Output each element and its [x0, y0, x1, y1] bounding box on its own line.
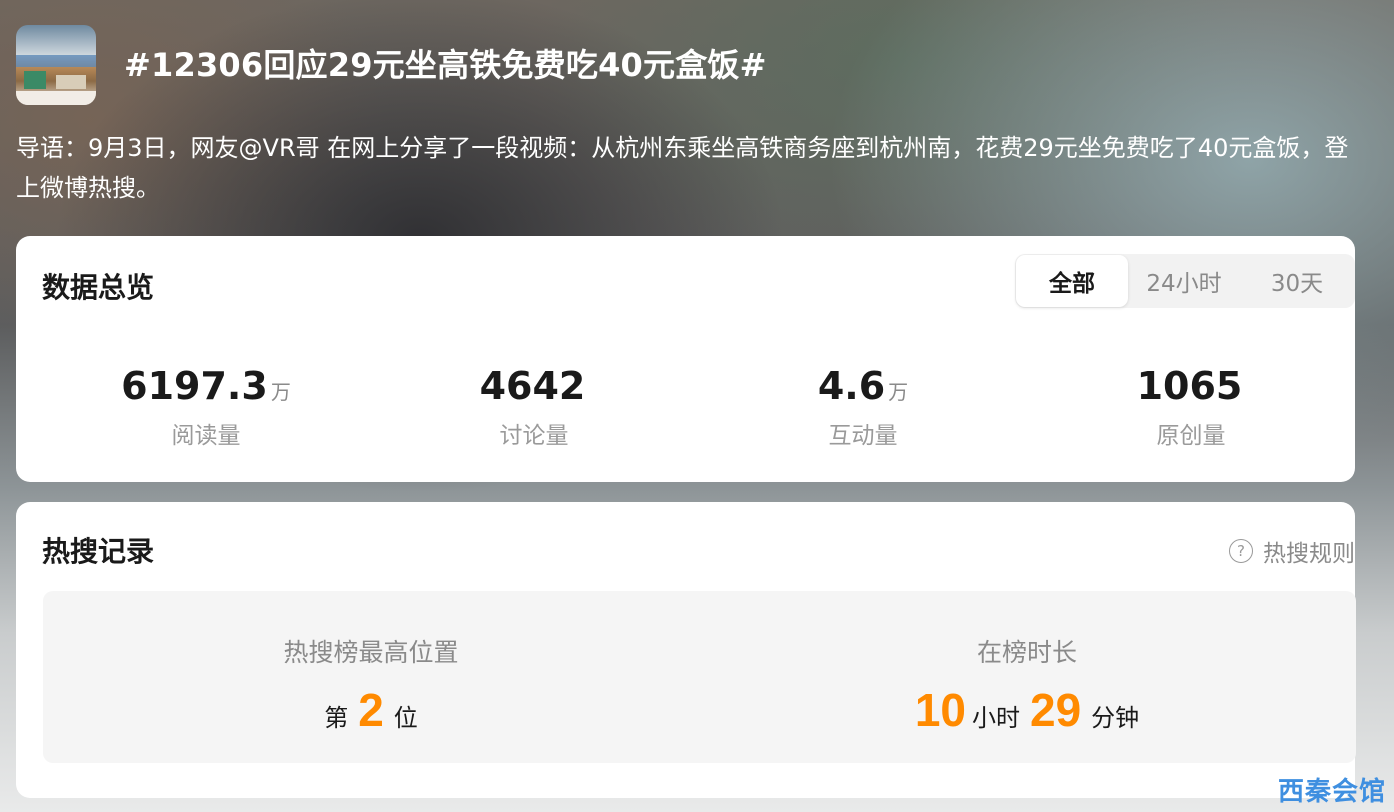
stat-value: 1065 [1136, 364, 1243, 408]
stat-label: 讨论量 [499, 423, 569, 449]
peak-label: 热搜榜最高位置 [283, 638, 459, 667]
stat-label: 互动量 [828, 423, 898, 449]
duration-hours: 10 [914, 684, 966, 736]
topic-intro: 导语：9月3日，网友@VR哥 在网上分享了一段视频：从杭州东乘坐高铁商务座到杭州… [16, 134, 1349, 202]
stat-value: 6197.3 [121, 364, 268, 408]
peak-suffix: 位 [393, 704, 418, 732]
stat-unit: 万 [270, 380, 291, 404]
stat-unit: 万 [888, 380, 909, 404]
topic-title: #12306回应29元坐高铁免费吃40元盒饭# [124, 46, 767, 84]
stat-value: 4.6 [817, 364, 886, 408]
duration-hours-unit: 小时 [972, 704, 1020, 732]
data-overview-card: 数据总览 全部 24小时 30天 6197.3 万 阅读量 4642 讨论量 4.… [16, 236, 1355, 482]
overview-title: 数据总览 [42, 271, 155, 304]
peak-position: 热搜榜最高位置 第2位 [43, 591, 699, 763]
stat-label: 阅读量 [171, 423, 241, 449]
peak-prefix: 第 [324, 704, 349, 732]
hot-search-card: 热搜记录 ? 热搜规则 热搜榜最高位置 第2位 在榜时长 10 小时 29 分钟 [16, 502, 1356, 798]
tab-all[interactable]: 全部 [1016, 255, 1128, 307]
hot-search-rules-link[interactable]: ? 热搜规则 [1229, 534, 1355, 568]
peak-rank: 2 [358, 684, 384, 736]
time-range-tabs: 全部 24小时 30天 [1015, 254, 1355, 308]
stat-label: 原创量 [1156, 423, 1226, 449]
hot-search-stats-panel: 热搜榜最高位置 第2位 在榜时长 10 小时 29 分钟 [43, 591, 1356, 763]
duration-value-row: 10 小时 29 分钟 [699, 683, 1355, 737]
duration-minutes: 29 [1030, 684, 1082, 736]
question-circle-icon: ? [1229, 539, 1253, 563]
peak-value-row: 第2位 [43, 683, 699, 737]
tab-30d[interactable]: 30天 [1240, 255, 1354, 307]
hot-search-title: 热搜记录 [42, 535, 155, 568]
stat-interactions: 4.6 万 互动量 [713, 364, 1013, 450]
stat-originals: 1065 原创量 [1041, 364, 1341, 450]
stat-discussions: 4642 讨论量 [384, 364, 684, 450]
stats-row: 6197.3 万 阅读量 4642 讨论量 4.6 万 互动量 1065 原创量 [16, 364, 1355, 454]
tab-24h[interactable]: 24小时 [1128, 255, 1240, 307]
duration-label: 在榜时长 [976, 638, 1077, 667]
stat-value: 4642 [479, 364, 586, 408]
topic-thumbnail [16, 25, 96, 105]
stat-reads: 6197.3 万 阅读量 [56, 364, 356, 450]
duration-minutes-unit: 分钟 [1091, 704, 1140, 732]
rules-label: 热搜规则 [1263, 541, 1355, 567]
time-on-list: 在榜时长 10 小时 29 分钟 [699, 591, 1355, 763]
watermark-logo: 西秦会馆 [1277, 777, 1386, 807]
